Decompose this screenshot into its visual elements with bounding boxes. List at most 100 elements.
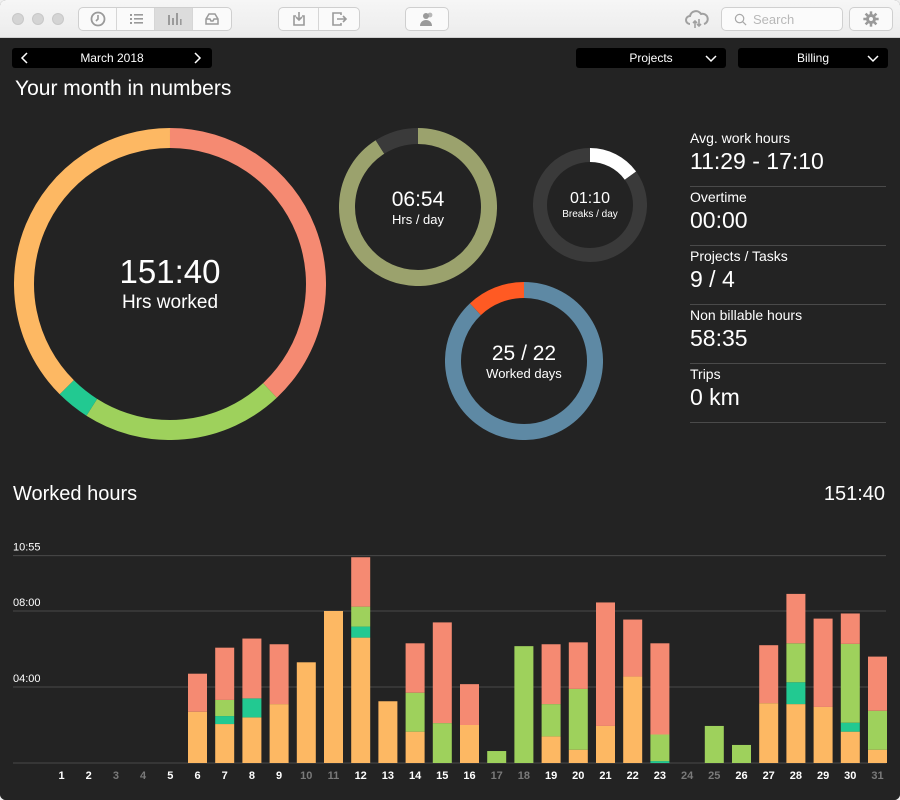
stat-label: Overtime — [690, 189, 747, 205]
minimize-window-button[interactable] — [32, 13, 44, 25]
bar-segment-orange-day-11[interactable] — [324, 611, 343, 763]
billing-dropdown[interactable]: Billing — [738, 48, 888, 68]
bar-segment-orange-day-30[interactable] — [840, 731, 860, 763]
x-tick-label: 16 — [463, 770, 475, 782]
bar-segment-teal-day-23[interactable] — [650, 761, 670, 763]
next-month-button[interactable] — [190, 51, 204, 65]
bar-segment-teal-day-12[interactable] — [351, 626, 371, 638]
bar-segment-orange-day-8[interactable] — [242, 717, 262, 763]
bar-segment-orange-day-14[interactable] — [405, 731, 425, 763]
view-stats-button[interactable] — [155, 8, 193, 30]
import-button[interactable] — [279, 8, 319, 30]
bar-segment-salmon-day-8[interactable] — [242, 638, 262, 699]
close-window-button[interactable] — [12, 13, 24, 25]
bar-segment-green-day-7[interactable] — [215, 699, 235, 717]
month-label: March 2018 — [80, 51, 144, 65]
bar-segment-orange-day-29[interactable] — [813, 706, 833, 763]
title-bar: Search — [0, 0, 900, 38]
gear-icon — [863, 11, 879, 27]
view-timer-button[interactable] — [79, 8, 117, 30]
bar-segment-green-day-28[interactable] — [786, 643, 806, 683]
bar-segment-orange-day-28[interactable] — [786, 704, 806, 763]
bar-segment-orange-day-13[interactable] — [378, 701, 398, 763]
users-button[interactable] — [405, 7, 449, 31]
view-list-button[interactable] — [117, 8, 155, 30]
bar-segment-salmon-day-28[interactable] — [786, 593, 806, 644]
bar-segment-green-day-20[interactable] — [568, 688, 588, 750]
bar-segment-teal-day-8[interactable] — [242, 698, 262, 718]
bar-segment-green-day-12[interactable] — [351, 606, 371, 627]
month-selector: March 2018 — [12, 48, 212, 68]
bar-segment-orange-day-6[interactable] — [188, 711, 207, 763]
bar-segment-orange-day-12[interactable] — [351, 637, 371, 763]
bar-segment-teal-day-7[interactable] — [215, 716, 235, 725]
app-window: Search March 2018 Projects Billing Your … — [0, 0, 900, 800]
x-tick-label: 5 — [167, 770, 173, 782]
bar-segment-salmon-day-31[interactable] — [868, 656, 887, 711]
bar-segment-salmon-day-12[interactable] — [351, 557, 371, 607]
bar-segment-salmon-day-19[interactable] — [541, 644, 561, 705]
breaks-label: Breaks / day — [562, 209, 618, 220]
zoom-window-button[interactable] — [52, 13, 64, 25]
bar-segment-salmon-day-9[interactable] — [269, 644, 289, 705]
search-input[interactable]: Search — [721, 7, 843, 31]
hours-per-day-value: 06:54 — [391, 187, 445, 211]
bar-segment-salmon-day-16[interactable] — [460, 684, 479, 725]
dashboard-content: March 2018 Projects Billing Your month i… — [0, 39, 900, 800]
bar-segment-green-day-31[interactable] — [868, 710, 887, 750]
bar-segment-green-day-23[interactable] — [650, 734, 670, 762]
bar-segment-orange-day-7[interactable] — [215, 724, 235, 763]
bar-segment-green-day-14[interactable] — [405, 692, 425, 732]
bar-segment-orange-day-9[interactable] — [269, 704, 289, 763]
bar-segment-salmon-day-15[interactable] — [432, 622, 452, 724]
import-icon — [292, 12, 305, 26]
bar-segment-orange-day-16[interactable] — [460, 725, 479, 763]
previous-month-button[interactable] — [18, 51, 32, 65]
x-tick-label: 28 — [790, 770, 802, 782]
projects-dropdown[interactable]: Projects — [576, 48, 726, 68]
breaks-per-day-center: 01:10 Breaks / day — [533, 148, 647, 262]
x-tick-label: 17 — [491, 770, 503, 782]
bar-segment-salmon-day-30[interactable] — [840, 613, 860, 644]
x-tick-label: 23 — [654, 770, 666, 782]
view-inbox-button[interactable] — [193, 8, 231, 30]
projects-dropdown-label: Projects — [629, 51, 673, 65]
bar-segment-salmon-day-22[interactable] — [623, 619, 643, 677]
bar-segment-green-day-18[interactable] — [514, 646, 534, 763]
bar-segment-green-day-25[interactable] — [704, 725, 724, 763]
x-tick-label: 7 — [222, 770, 228, 782]
x-tick-label: 18 — [518, 770, 530, 782]
bar-segment-orange-day-10[interactable] — [296, 662, 316, 763]
bar-segment-orange-day-21[interactable] — [596, 725, 615, 763]
bar-segment-teal-day-30[interactable] — [840, 722, 860, 732]
bar-segment-orange-day-22[interactable] — [623, 676, 643, 763]
bar-segment-teal-day-28[interactable] — [786, 682, 806, 705]
bar-segment-salmon-day-29[interactable] — [813, 618, 833, 707]
settings-button[interactable] — [849, 7, 893, 31]
bar-segment-green-day-30[interactable] — [840, 643, 860, 723]
bar-segment-salmon-day-27[interactable] — [759, 645, 779, 704]
bar-segment-salmon-day-14[interactable] — [405, 643, 425, 693]
worked-days-center: 25 / 22 Worked days — [445, 282, 603, 440]
bar-segment-orange-day-19[interactable] — [541, 736, 561, 763]
bar-segment-green-day-17[interactable] — [487, 751, 507, 763]
bar-segment-green-day-26[interactable] — [732, 744, 751, 763]
x-tick-label: 20 — [572, 770, 584, 782]
export-button[interactable] — [319, 8, 359, 30]
bar-segment-salmon-day-20[interactable] — [568, 642, 588, 689]
bar-segment-orange-day-31[interactable] — [868, 749, 887, 763]
export-icon — [332, 12, 348, 26]
bar-segment-salmon-day-21[interactable] — [596, 602, 615, 726]
bar-segment-green-day-19[interactable] — [541, 704, 561, 737]
x-tick-label: 13 — [382, 770, 394, 782]
bar-segment-salmon-day-6[interactable] — [188, 673, 207, 712]
cloud-sync-icon[interactable] — [684, 8, 710, 30]
stat-value: 00:00 — [690, 207, 748, 233]
bar-segment-orange-day-27[interactable] — [759, 703, 779, 763]
stat-value: 11:29 - 17:10 — [690, 148, 824, 174]
bar-segment-orange-day-20[interactable] — [568, 749, 588, 763]
x-tick-label: 21 — [599, 770, 611, 782]
bar-segment-salmon-day-7[interactable] — [215, 647, 235, 700]
bar-segment-green-day-15[interactable] — [432, 723, 452, 763]
bar-segment-salmon-day-23[interactable] — [650, 643, 670, 735]
